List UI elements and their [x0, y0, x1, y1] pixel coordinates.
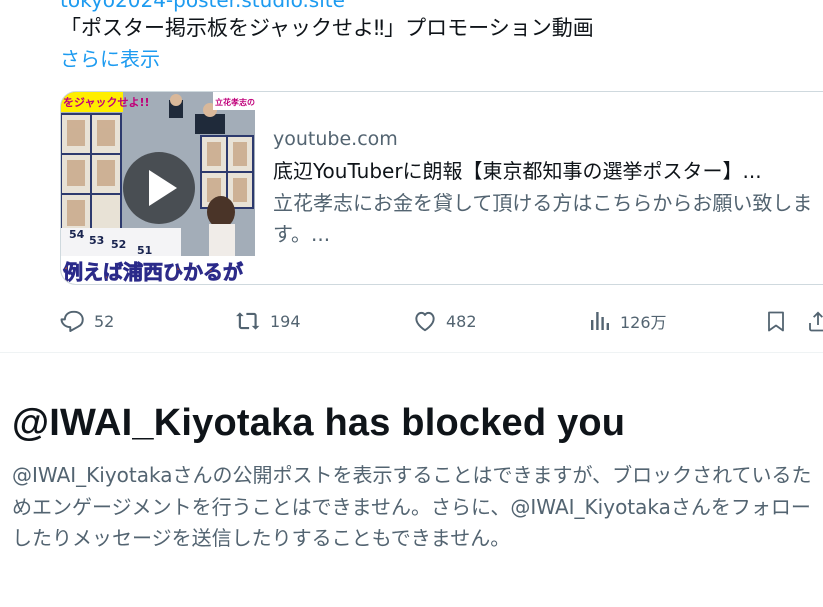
retweet-icon [236, 312, 260, 330]
thumb-number: 54 [69, 228, 85, 241]
tweet-text: 「ポスター掲示板をジャックせよ‼」プロモーション動画 [60, 16, 594, 40]
share-icon [809, 311, 823, 332]
thumbnail-image: をジャックせよ!! 立花孝志のLINE 54 53 52 51 例えば浦西ひかる… [61, 92, 255, 284]
thumb-caption-text: 例えば浦西ひかるが [63, 260, 243, 284]
blocked-description: @IWAI_Kiyotakaさんの公開ポストを表示することはできますが、ブロック… [12, 463, 812, 550]
card-meta: youtube.com 底辺YouTuberに朗報【東京都知事の選挙ポスター】.… [273, 126, 823, 250]
thumb-number: 52 [111, 238, 126, 251]
reply-count: 52 [94, 311, 115, 331]
reply-icon [60, 310, 84, 332]
tweet-actions: 52 194 482 126万 [0, 305, 823, 337]
share-button[interactable] [806, 305, 823, 337]
like-count: 482 [446, 311, 477, 331]
thumb-number: 53 [89, 234, 104, 247]
youtube-link-card[interactable]: をジャックせよ!! 立花孝志のLINE 54 53 52 51 例えば浦西ひかる… [60, 91, 823, 285]
show-more-link[interactable]: さらに表示 [60, 43, 160, 72]
heart-icon [415, 311, 435, 332]
divider [0, 352, 823, 353]
views-icon [591, 312, 609, 330]
thumb-sign-text: 立花孝志のLINE [215, 97, 255, 107]
retweet-count: 194 [270, 311, 301, 331]
thumb-number: 51 [137, 244, 152, 257]
bookmark-icon [768, 311, 784, 332]
thumb-banner-text: をジャックせよ!! [63, 96, 149, 109]
blocked-title: @IWAI_Kiyotaka has blocked you [12, 402, 626, 444]
card-domain: youtube.com [273, 128, 398, 150]
reply-button[interactable]: 52 [60, 305, 114, 337]
bookmark-button[interactable] [764, 305, 788, 337]
card-description: 立花孝志にお金を貸して頂ける方はこちらからお願い致します。... [273, 191, 813, 246]
video-thumbnail[interactable]: をジャックせよ!! 立花孝志のLINE 54 53 52 51 例えば浦西ひかる… [61, 92, 255, 284]
views-count: 126万 [620, 313, 667, 332]
views-button[interactable]: 126万 [588, 305, 667, 337]
retweet-button[interactable]: 194 [234, 305, 301, 337]
tweet-link[interactable]: tokyo2024-poster.studio.site [60, 0, 345, 12]
like-button[interactable]: 482 [412, 305, 477, 337]
card-title: 底辺YouTuberに朗報【東京都知事の選挙ポスター】... [273, 159, 762, 183]
